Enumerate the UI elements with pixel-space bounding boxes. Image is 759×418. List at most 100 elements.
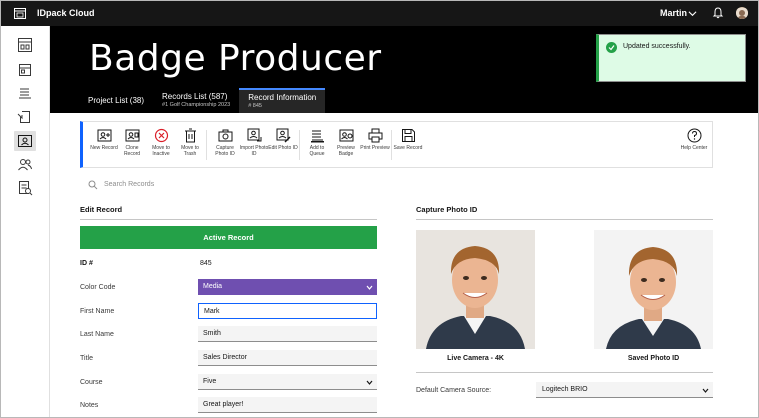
button-label: Move to Inactive [152, 145, 170, 157]
top-bar: IDpack Cloud Martin [1, 1, 758, 26]
success-toast: Updated successfully. [596, 34, 746, 82]
saved-photo-caption: Saved Photo ID [627, 355, 680, 362]
report-icon[interactable] [17, 180, 33, 196]
live-camera-caption: Live Camera - 4K [447, 355, 504, 362]
app-title: IDpack Cloud [37, 8, 95, 18]
button-label: Move to Trash [181, 145, 199, 157]
tab-sublabel: #1 Golf Championship 2023 [162, 102, 231, 108]
help-icon [687, 128, 701, 143]
edit-photo-icon [276, 128, 290, 143]
close-circle-icon [154, 128, 168, 143]
toast-message: Updated successfully. [623, 43, 691, 50]
tab-bar: Project List (38) Records List (587) #1 … [79, 88, 326, 113]
last-name-label: Last Name [80, 331, 114, 338]
template-icon[interactable] [17, 62, 33, 78]
app-logo-icon [14, 8, 26, 19]
first-name-field[interactable]: Mark [198, 303, 377, 319]
toolbar-divider [391, 130, 392, 160]
new-record-button[interactable]: New Record [89, 128, 119, 151]
last-name-value: Smith [203, 330, 221, 337]
saved-photo-id [594, 230, 713, 349]
button-label: Help Center [680, 145, 708, 151]
button-label: Capture Photo ID [215, 145, 235, 157]
person-photo [594, 230, 713, 349]
capture-photo-button[interactable]: Capture Photo ID [210, 128, 240, 157]
course-label: Course [80, 379, 103, 386]
new-record-icon [97, 129, 111, 142]
first-name-label: First Name [80, 308, 115, 315]
camera-source-label: Default Camera Source: [416, 387, 492, 394]
tab-record-information[interactable]: Record Information # 845 [239, 88, 326, 113]
chevron-down-icon [366, 380, 373, 385]
sidebar-item-badge-producer[interactable] [14, 131, 36, 151]
move-to-trash-button[interactable]: Move to Trash [175, 128, 205, 157]
add-to-queue-button[interactable]: Add to Queue [302, 128, 332, 157]
help-center-button[interactable]: Help Center [679, 128, 709, 151]
course-value: Five [203, 378, 217, 385]
save-record-button[interactable]: Save Record [393, 128, 423, 151]
users-icon[interactable] [17, 157, 33, 173]
import-icon[interactable] [17, 109, 33, 125]
search-bar[interactable]: Search Records [80, 176, 377, 196]
id-label: ID # [80, 260, 93, 267]
user-menu[interactable]: Martin [660, 8, 687, 18]
clone-icon [125, 129, 139, 142]
capture-photo-heading: Capture Photo ID [416, 205, 478, 214]
action-toolbar: New Record Clone Record Move to Inactive… [80, 121, 713, 168]
button-label: Print Preview [360, 145, 390, 151]
live-camera-feed [416, 230, 535, 349]
page-title: Badge Producer [89, 38, 382, 79]
avatar[interactable] [736, 7, 748, 19]
tab-label: Records List (587) [162, 92, 228, 101]
list-icon[interactable] [17, 85, 33, 101]
clone-record-button[interactable]: Clone Record [117, 128, 147, 157]
tab-records-list[interactable]: Records List (587) #1 Golf Championship … [153, 88, 239, 113]
button-label: Save Record [393, 145, 423, 151]
color-code-select[interactable]: Media [198, 279, 377, 295]
queue-icon [310, 130, 324, 143]
camera-icon [218, 129, 232, 142]
button-label: Add to Queue [309, 145, 325, 157]
dashboard-icon[interactable] [17, 37, 33, 53]
tab-project-list[interactable]: Project List (38) [79, 88, 153, 113]
notes-field[interactable]: Great player! [198, 397, 377, 413]
app-window: IDpack Cloud Martin Badge Producer Proje… [0, 0, 759, 418]
last-name-field[interactable]: Smith [198, 326, 377, 342]
chevron-down-icon [702, 388, 709, 393]
button-label: New Record [90, 145, 118, 151]
title-field[interactable]: Sales Director [198, 350, 377, 366]
person-photo [416, 230, 535, 349]
move-to-inactive-button[interactable]: Move to Inactive [146, 128, 176, 157]
course-select[interactable]: Five [198, 374, 377, 390]
tab-label: Record Information [248, 93, 317, 102]
chevron-down-icon[interactable] [688, 9, 697, 18]
save-icon [401, 129, 415, 142]
import-photo-button[interactable]: Import Photo ID [239, 128, 269, 157]
button-label: Clone Record [123, 145, 141, 157]
edit-photo-button[interactable]: Edit Photo ID [268, 128, 298, 151]
divider [80, 219, 377, 220]
tab-label: Project List (38) [88, 96, 145, 105]
camera-source-value: Logitech BRIO [542, 386, 588, 393]
toolbar-divider [299, 130, 300, 160]
color-code-value: Media [203, 283, 223, 290]
notes-label: Notes [80, 402, 99, 409]
button-label: Edit Photo ID [268, 145, 298, 151]
checkmark-icon [606, 42, 617, 53]
camera-source-select[interactable]: Logitech BRIO [536, 382, 713, 398]
id-value: 845 [200, 260, 212, 267]
print-preview-button[interactable]: Print Preview [360, 128, 390, 151]
import-photo-icon [247, 128, 261, 142]
tab-sublabel: # 845 [248, 103, 262, 109]
badge-preview-icon [339, 129, 353, 142]
notification-bell-icon[interactable] [712, 7, 724, 19]
search-input[interactable]: Search Records [104, 181, 154, 188]
toolbar-divider [206, 130, 207, 160]
divider [416, 219, 713, 220]
notes-value: Great player! [203, 401, 244, 408]
search-icon [88, 180, 98, 190]
divider [416, 372, 713, 373]
button-label: Preview Badge [337, 145, 355, 157]
button-label: Import Photo ID [239, 145, 269, 157]
preview-badge-button[interactable]: Preview Badge [331, 128, 361, 157]
